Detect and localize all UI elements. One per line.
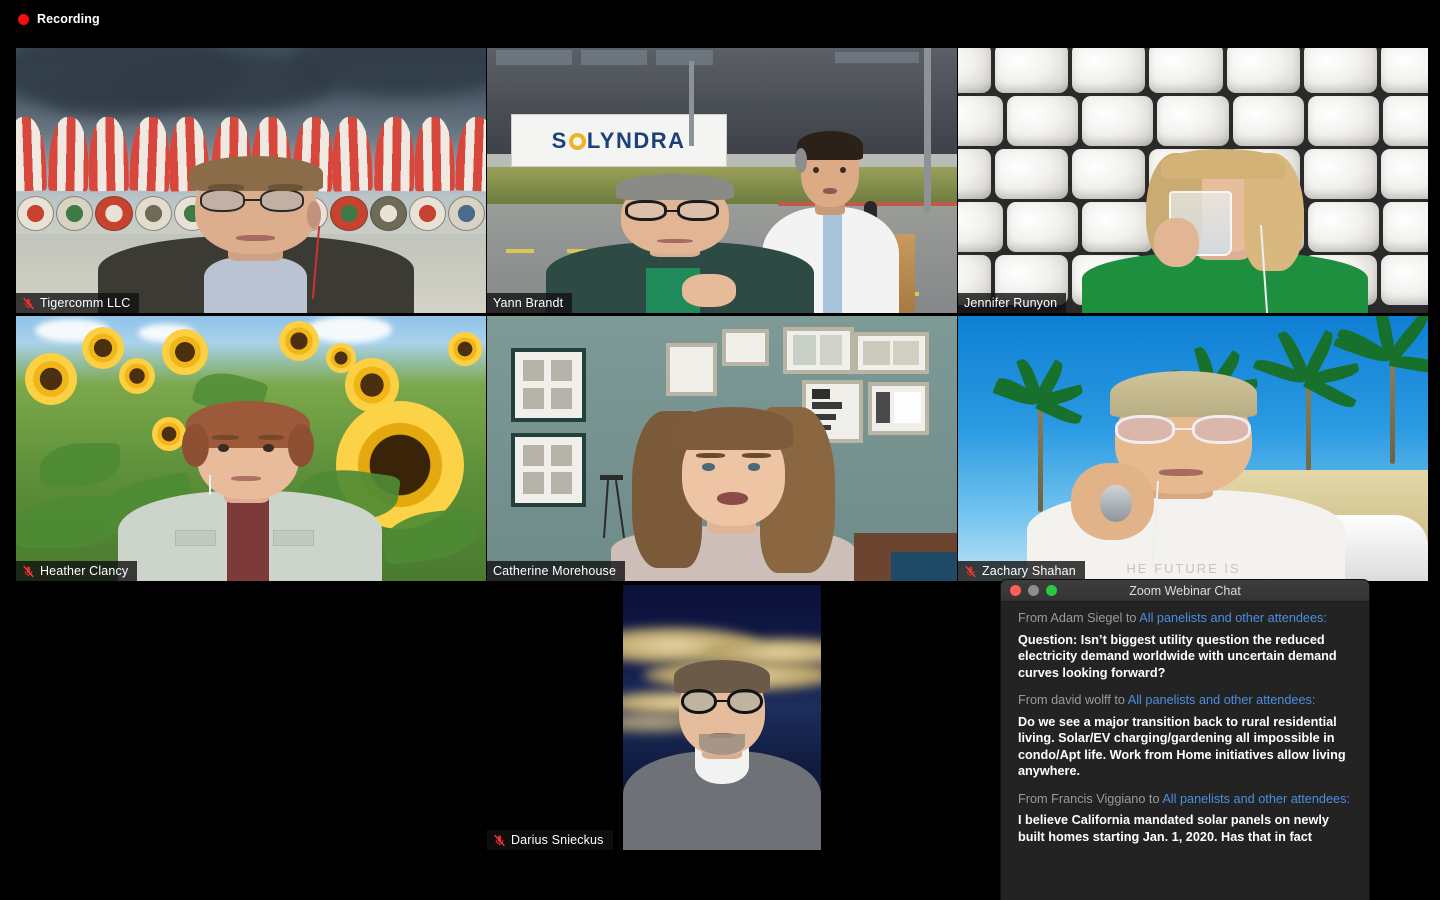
name-plate: Catherine Morehouse <box>487 561 626 581</box>
chat-sender-prefix: From Francis Viggiano to <box>1018 791 1163 806</box>
video-tile-tigercomm-llc[interactable]: Tigercomm LLC <box>16 48 486 313</box>
chat-message: From Francis Viggiano to All panelists a… <box>1018 791 1355 846</box>
chat-message-list[interactable]: From Adam Siegel to All panelists and ot… <box>1001 602 1369 900</box>
participant-video-person <box>118 385 382 581</box>
video-feed <box>16 48 486 313</box>
chat-message-sender: From Francis Viggiano to All panelists a… <box>1018 791 1355 809</box>
participant-video-person <box>623 643 821 850</box>
participant-video-person <box>546 165 815 313</box>
recording-indicator: Recording <box>18 12 100 26</box>
participant-name: Darius Snieckus <box>511 833 604 847</box>
chat-message: From david wolff to All panelists and ot… <box>1018 692 1355 780</box>
video-feed <box>16 316 486 581</box>
zoom-webinar-chat-window[interactable]: Zoom Webinar Chat From Adam Siegel to Al… <box>1001 580 1369 900</box>
participant-name: Catherine Morehouse <box>493 564 617 578</box>
zoom-webinar-window: Recording Tigercomm LLC S LYNDRA Yann Br… <box>0 0 1440 900</box>
beanie-hat <box>1110 371 1257 417</box>
open-mouth <box>716 491 748 505</box>
name-plate: Tigercomm LLC <box>16 293 140 313</box>
chat-recipient-link[interactable]: All panelists and other attendees: <box>1128 693 1316 707</box>
name-plate: Darius Snieckus <box>487 830 613 850</box>
recording-label: Recording <box>37 12 100 26</box>
name-plate: Jennifer Runyon <box>958 293 1067 313</box>
chat-sender-prefix: From Adam Siegel to <box>1018 611 1140 625</box>
video-tile-jennifer-runyon[interactable]: Jennifer Runyon <box>958 48 1428 313</box>
participant-video-person <box>611 369 856 581</box>
name-plate: Yann Brandt <box>487 293 573 313</box>
window-controls[interactable] <box>1001 585 1057 596</box>
name-plate: Heather Clancy <box>16 561 138 581</box>
chat-message-text: Do we see a major transition back to rur… <box>1018 714 1346 779</box>
solyndra-sign: S LYNDRA <box>510 114 727 168</box>
close-window-button[interactable] <box>1010 585 1021 596</box>
participant-video-person <box>1082 122 1368 313</box>
chat-message-text: Question: Isn’t biggest utility question… <box>1018 632 1337 680</box>
mic-muted-icon <box>23 297 34 309</box>
solyndra-sign-text: S LYNDRA <box>551 127 686 153</box>
video-tile-yann-brandt[interactable]: S LYNDRA Yann Brandt <box>487 48 957 313</box>
video-tile-darius-snieckus[interactable]: Darius Snieckus <box>487 585 957 850</box>
participant-video-person: HE FUTURE IS <box>1027 353 1345 581</box>
participant-name: Heather Clancy <box>40 564 129 578</box>
video-feed: S LYNDRA <box>487 48 957 313</box>
participant-video-person <box>97 138 414 313</box>
video-feed <box>958 48 1428 313</box>
name-plate: Zachary Shahan <box>958 561 1085 581</box>
video-tile-heather-clancy[interactable]: Heather Clancy <box>16 316 486 581</box>
tshirt-text: HE FUTURE IS <box>1126 561 1241 577</box>
solyndra-logo-icon <box>568 132 586 150</box>
video-feed <box>487 316 957 581</box>
participant-name: Yann Brandt <box>493 296 564 310</box>
chat-recipient-link[interactable]: All panelists and other attendees: <box>1162 792 1350 806</box>
video-feed: HE FUTURE IS <box>958 316 1428 581</box>
beard <box>698 734 746 755</box>
chat-message-text: I believe California mandated solar pane… <box>1018 813 1329 844</box>
video-tile-catherine-morehouse[interactable]: Catherine Morehouse <box>487 316 957 581</box>
video-tile-zachary-shahan[interactable]: HE FUTURE IS Zachary Shahan <box>958 316 1428 581</box>
mic-muted-icon <box>494 834 505 846</box>
participant-name: Jennifer Runyon <box>964 296 1058 310</box>
video-feed <box>623 585 821 850</box>
minimize-window-button[interactable] <box>1028 585 1039 596</box>
chat-recipient-link[interactable]: All panelists and other attendees: <box>1139 611 1327 625</box>
eyeglasses <box>680 688 767 714</box>
chat-message: From Adam Siegel to All panelists and ot… <box>1018 610 1355 681</box>
recording-dot-icon <box>18 13 29 25</box>
chat-sender-prefix: From david wolff to <box>1018 693 1128 707</box>
eyeglasses <box>1115 414 1257 445</box>
mic-muted-icon <box>965 565 976 577</box>
chat-message-sender: From david wolff to All panelists and ot… <box>1018 692 1355 710</box>
mic-muted-icon <box>23 565 34 577</box>
chat-message-sender: From Adam Siegel to All panelists and ot… <box>1018 610 1355 628</box>
participant-name: Zachary Shahan <box>982 564 1076 578</box>
chat-title-bar[interactable]: Zoom Webinar Chat <box>1001 580 1369 602</box>
participant-name: Tigercomm LLC <box>40 296 131 310</box>
zoom-window-button[interactable] <box>1046 585 1057 596</box>
